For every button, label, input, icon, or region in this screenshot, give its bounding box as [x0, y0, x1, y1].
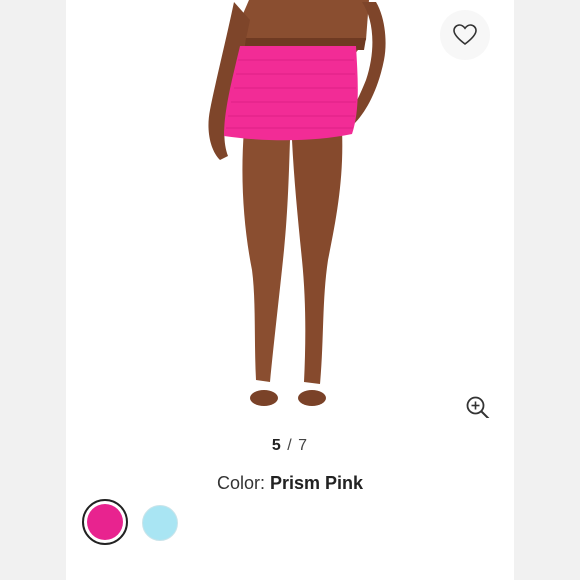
swatch-light-blue[interactable] — [142, 505, 178, 541]
total-images: 7 — [298, 437, 309, 454]
current-image-index: 5 — [271, 437, 282, 454]
color-label: Color: — [216, 473, 265, 493]
color-selection-label: Color: Prism Pink — [0, 473, 580, 494]
heart-icon — [453, 24, 477, 46]
swatch-prism-pink[interactable] — [82, 499, 128, 545]
product-image[interactable] — [84, 0, 496, 418]
counter-separator: / — [287, 437, 293, 454]
favorite-button[interactable] — [440, 10, 490, 60]
model-photo — [208, 0, 386, 406]
selected-color-name: Prism Pink — [269, 473, 364, 493]
zoom-in-icon — [466, 396, 490, 418]
swatch-prism-pink-dot — [87, 504, 123, 540]
zoom-button[interactable] — [462, 392, 494, 418]
image-counter: 5 / 7 — [0, 437, 580, 455]
